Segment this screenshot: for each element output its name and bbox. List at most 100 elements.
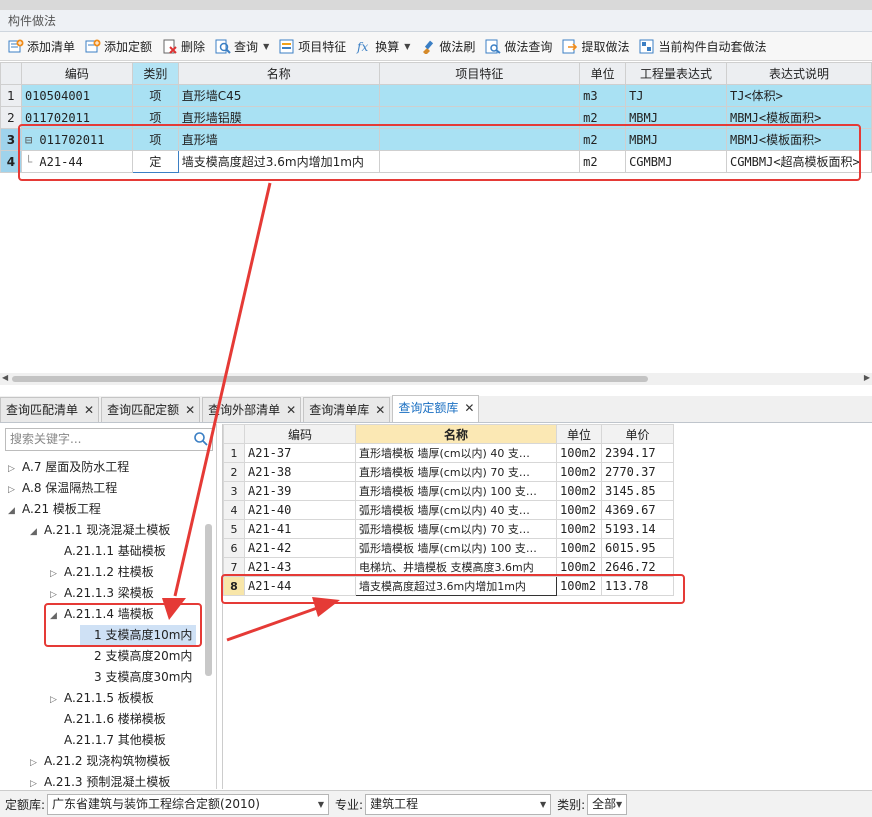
tree-node[interactable]: ▷ A.21.3 预制混凝土模板 (30, 772, 170, 792)
table-row[interactable]: 6 A21-42 弧形墙模板 墙厚(cm以内) 100 支… 100m2 6015.95 (223, 538, 674, 558)
table-row[interactable]: 1 010504001 项 直形墙C45 m3 TJ TJ<体积> (0, 84, 872, 107)
cell-feature[interactable] (378, 84, 581, 107)
tree-node[interactable]: ▷ A.21.1.2 柱模板 (50, 562, 154, 582)
close-icon[interactable]: ✕ (185, 403, 195, 417)
cell-price[interactable]: 5193.14 (601, 519, 674, 539)
column-header[interactable]: 名称 (177, 62, 380, 85)
close-icon[interactable]: ✕ (464, 401, 474, 415)
category-select[interactable]: 全部 ▼ (587, 793, 628, 815)
table-row[interactable]: 1 A21-37 直形墙模板 墙厚(cm以内) 40 支… 100m2 2394.17 (223, 443, 674, 463)
toolbar-button-7[interactable]: 做法查询 (480, 35, 557, 57)
column-header[interactable]: 单价 (601, 424, 674, 444)
tab-2[interactable]: 查询外部清单 ✕ (202, 397, 302, 422)
search-icon[interactable] (193, 431, 209, 447)
toolbar-button-2[interactable]: 删除 (157, 35, 210, 57)
cell-name[interactable]: 直形墙模板 墙厚(cm以内) 100 支… (355, 481, 557, 501)
cell-code[interactable]: A21-41 (244, 519, 356, 539)
cell-price[interactable]: 6015.95 (601, 538, 674, 558)
table-row[interactable]: 3 A21-39 直形墙模板 墙厚(cm以内) 100 支… 100m2 3145.85 (223, 481, 674, 501)
column-header[interactable]: 项目特征 (378, 62, 581, 85)
toolbar-button-8[interactable]: 提取做法 (557, 35, 634, 57)
tree-node[interactable]: ▷ A.21.2 现浇构筑物模板 (30, 751, 170, 771)
tab-1[interactable]: 查询匹配定额 ✕ (101, 397, 201, 422)
chevron-down-icon[interactable]: ▼ (404, 42, 410, 51)
table-row[interactable]: 5 A21-41 弧形墙模板 墙厚(cm以内) 70 支… 100m2 5193.14 (223, 519, 674, 539)
expanded-icon[interactable]: ◢ (8, 501, 22, 521)
cell-unit[interactable]: 100m2 (556, 538, 602, 558)
close-icon[interactable]: ✕ (286, 403, 296, 417)
expanded-icon[interactable]: ◢ (30, 522, 44, 542)
tree-node[interactable]: ▷ A.7 屋面及防水工程 (8, 457, 129, 477)
cell-name[interactable]: 直形墙模板 墙厚(cm以内) 40 支… (355, 443, 557, 463)
tree-node[interactable]: ◢ A.21.1 现浇混凝土模板 (30, 520, 170, 540)
cell-name[interactable]: 直形墙C45 (177, 84, 380, 107)
cell-code[interactable]: A21-40 (244, 500, 356, 520)
cell-unit[interactable]: 100m2 (556, 500, 602, 520)
quota-lib-select[interactable]: 广东省建筑与装饰工程综合定额(2010) ▼ (47, 793, 330, 815)
collapsed-icon[interactable]: ▷ (30, 753, 44, 773)
cell-code[interactable]: 010504001 (20, 84, 133, 107)
column-header[interactable]: 编码 (244, 424, 356, 444)
column-header[interactable]: 编码 (20, 62, 133, 85)
cell-price[interactable]: 3145.85 (601, 481, 674, 501)
column-header[interactable]: 单位 (579, 62, 627, 85)
tree-node[interactable]: A.21.1.7 其他模板 (50, 730, 166, 750)
collapsed-icon[interactable]: ▷ (50, 585, 64, 605)
toolbar-button-5[interactable]: fx 换算 ▼ (351, 35, 415, 57)
toolbar-button-9[interactable]: 当前构件自动套做法 (634, 35, 771, 57)
collapsed-icon[interactable]: ▷ (8, 480, 22, 500)
horizontal-scrollbar[interactable]: ◀ ▶ (0, 373, 872, 385)
cell-unit[interactable]: 100m2 (556, 443, 602, 463)
cell-unit[interactable]: 100m2 (556, 519, 602, 539)
cell-name[interactable]: 弧形墙模板 墙厚(cm以内) 100 支… (355, 538, 557, 558)
collapsed-icon[interactable]: ▷ (50, 690, 64, 710)
cell-unit[interactable]: m3 (579, 84, 627, 107)
tree-node[interactable]: ◢ A.21 模板工程 (8, 499, 101, 519)
tab-3[interactable]: 查询清单库 ✕ (303, 397, 391, 422)
cell-code[interactable]: A21-42 (244, 538, 356, 558)
major-select[interactable]: 建筑工程 ▼ (365, 793, 552, 815)
collapsed-icon[interactable]: ▷ (8, 459, 22, 479)
tree-scrollbar[interactable] (205, 524, 212, 676)
column-header[interactable]: 名称 (355, 424, 557, 444)
cell-price[interactable]: 4369.67 (601, 500, 674, 520)
cell-type[interactable]: 项 (131, 84, 179, 107)
scroll-thumb[interactable] (12, 376, 648, 382)
tree-node[interactable]: A.21.1.1 基础模板 (50, 541, 166, 561)
tree-node[interactable]: ▷ A.21.1.3 梁模板 (50, 583, 154, 603)
tree-node[interactable]: A.21.1.6 楼梯模板 (50, 709, 166, 729)
tree-node[interactable]: 3 支模高度30m内 (80, 667, 192, 687)
cell-price[interactable]: 2394.17 (601, 443, 674, 463)
cell-code[interactable]: A21-38 (244, 462, 356, 482)
tree-node[interactable]: 2 支模高度20m内 (80, 646, 192, 666)
collapsed-icon[interactable]: ▷ (50, 564, 64, 584)
cell-code[interactable]: A21-39 (244, 481, 356, 501)
toolbar-button-3[interactable]: 查询 ▼ (210, 35, 274, 57)
column-header[interactable]: 表达式说明 (725, 62, 872, 85)
cell-desc[interactable]: TJ<体积> (725, 84, 872, 107)
cell-expr[interactable]: TJ (625, 84, 727, 107)
table-row[interactable]: 4 A21-40 弧形墙模板 墙厚(cm以内) 40 支… 100m2 4369.67 (223, 500, 674, 520)
toolbar-button-1[interactable]: 添加定额 (80, 35, 157, 57)
cell-price[interactable]: 2770.37 (601, 462, 674, 482)
scroll-right-icon[interactable]: ▶ (864, 373, 870, 382)
column-header[interactable]: 类别 (131, 62, 179, 85)
cell-name[interactable]: 弧形墙模板 墙厚(cm以内) 70 支… (355, 519, 557, 539)
cell-name[interactable]: 弧形墙模板 墙厚(cm以内) 40 支… (355, 500, 557, 520)
cell-code[interactable]: A21-37 (244, 443, 356, 463)
cell-unit[interactable]: 100m2 (556, 481, 602, 501)
column-header[interactable]: 工程量表达式 (625, 62, 727, 85)
close-icon[interactable]: ✕ (84, 403, 94, 417)
toolbar-button-4[interactable]: 项目特征 (274, 35, 351, 57)
cell-name[interactable]: 直形墙模板 墙厚(cm以内) 70 支… (355, 462, 557, 482)
tree-node[interactable]: ▷ A.21.1.5 板模板 (50, 688, 154, 708)
toolbar-button-6[interactable]: 做法刷 (415, 35, 480, 57)
tab-4[interactable]: 查询定额库 ✕ (392, 395, 480, 422)
search-input[interactable]: 搜索关键字... (5, 428, 213, 451)
close-icon[interactable]: ✕ (375, 403, 385, 417)
tab-0[interactable]: 查询匹配清单 ✕ (0, 397, 100, 422)
scroll-left-icon[interactable]: ◀ (2, 373, 8, 382)
toolbar-button-0[interactable]: 添加清单 (3, 35, 80, 57)
chevron-down-icon[interactable]: ▼ (263, 42, 269, 51)
table-row[interactable]: 2 A21-38 直形墙模板 墙厚(cm以内) 70 支… 100m2 2770.37 (223, 462, 674, 482)
